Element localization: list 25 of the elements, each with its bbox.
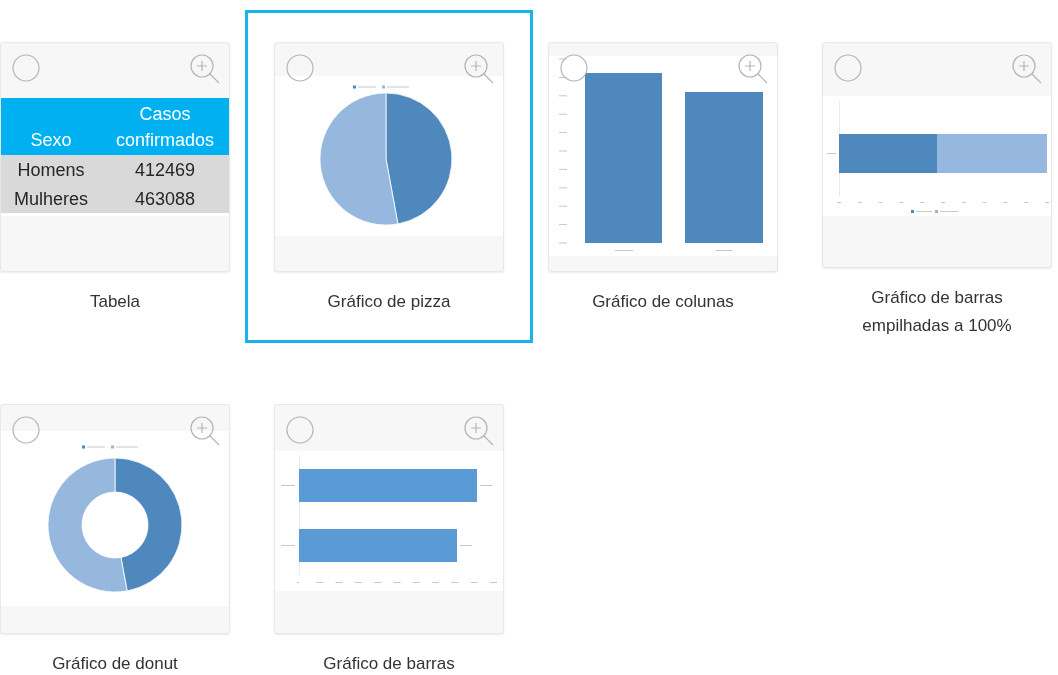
chart-option-label: Gráfico de donut xyxy=(51,653,179,675)
zoom-in-icon[interactable] xyxy=(189,53,221,85)
zoom-in-icon[interactable] xyxy=(463,53,495,85)
chart-option-label: Gráfico de barras empilhadas a 100% xyxy=(861,287,1013,337)
radio-circle-icon[interactable] xyxy=(834,54,862,82)
zoom-in-icon[interactable] xyxy=(737,53,769,85)
column-header: Sexo xyxy=(30,129,72,152)
chart-option-label: Gráfico de barras xyxy=(322,653,456,675)
table-cell-text: 463088 xyxy=(133,187,197,211)
radio-circle-icon[interactable] xyxy=(286,54,314,82)
chart-option-label: Gráfico de pizza xyxy=(326,291,452,313)
chart-option[interactable]: Gráfico de pizza xyxy=(245,10,533,343)
zoom-in-icon[interactable] xyxy=(463,415,495,447)
column-header: Casos confirmados xyxy=(114,103,215,152)
radio-circle-icon[interactable] xyxy=(12,416,40,444)
table-cell-text: 412469 xyxy=(133,158,197,182)
chart-option-label: Gráfico de colunas xyxy=(591,291,735,313)
radio-circle-icon[interactable] xyxy=(286,416,314,444)
zoom-in-icon[interactable] xyxy=(189,415,221,447)
table-cell-text: Mulheres xyxy=(13,187,89,211)
chart-option-label: Tabela xyxy=(88,291,142,313)
zoom-in-icon[interactable] xyxy=(1011,53,1043,85)
table-cell-text: Homens xyxy=(16,158,86,182)
radio-circle-icon[interactable] xyxy=(560,54,588,82)
radio-circle-icon[interactable] xyxy=(12,54,40,82)
